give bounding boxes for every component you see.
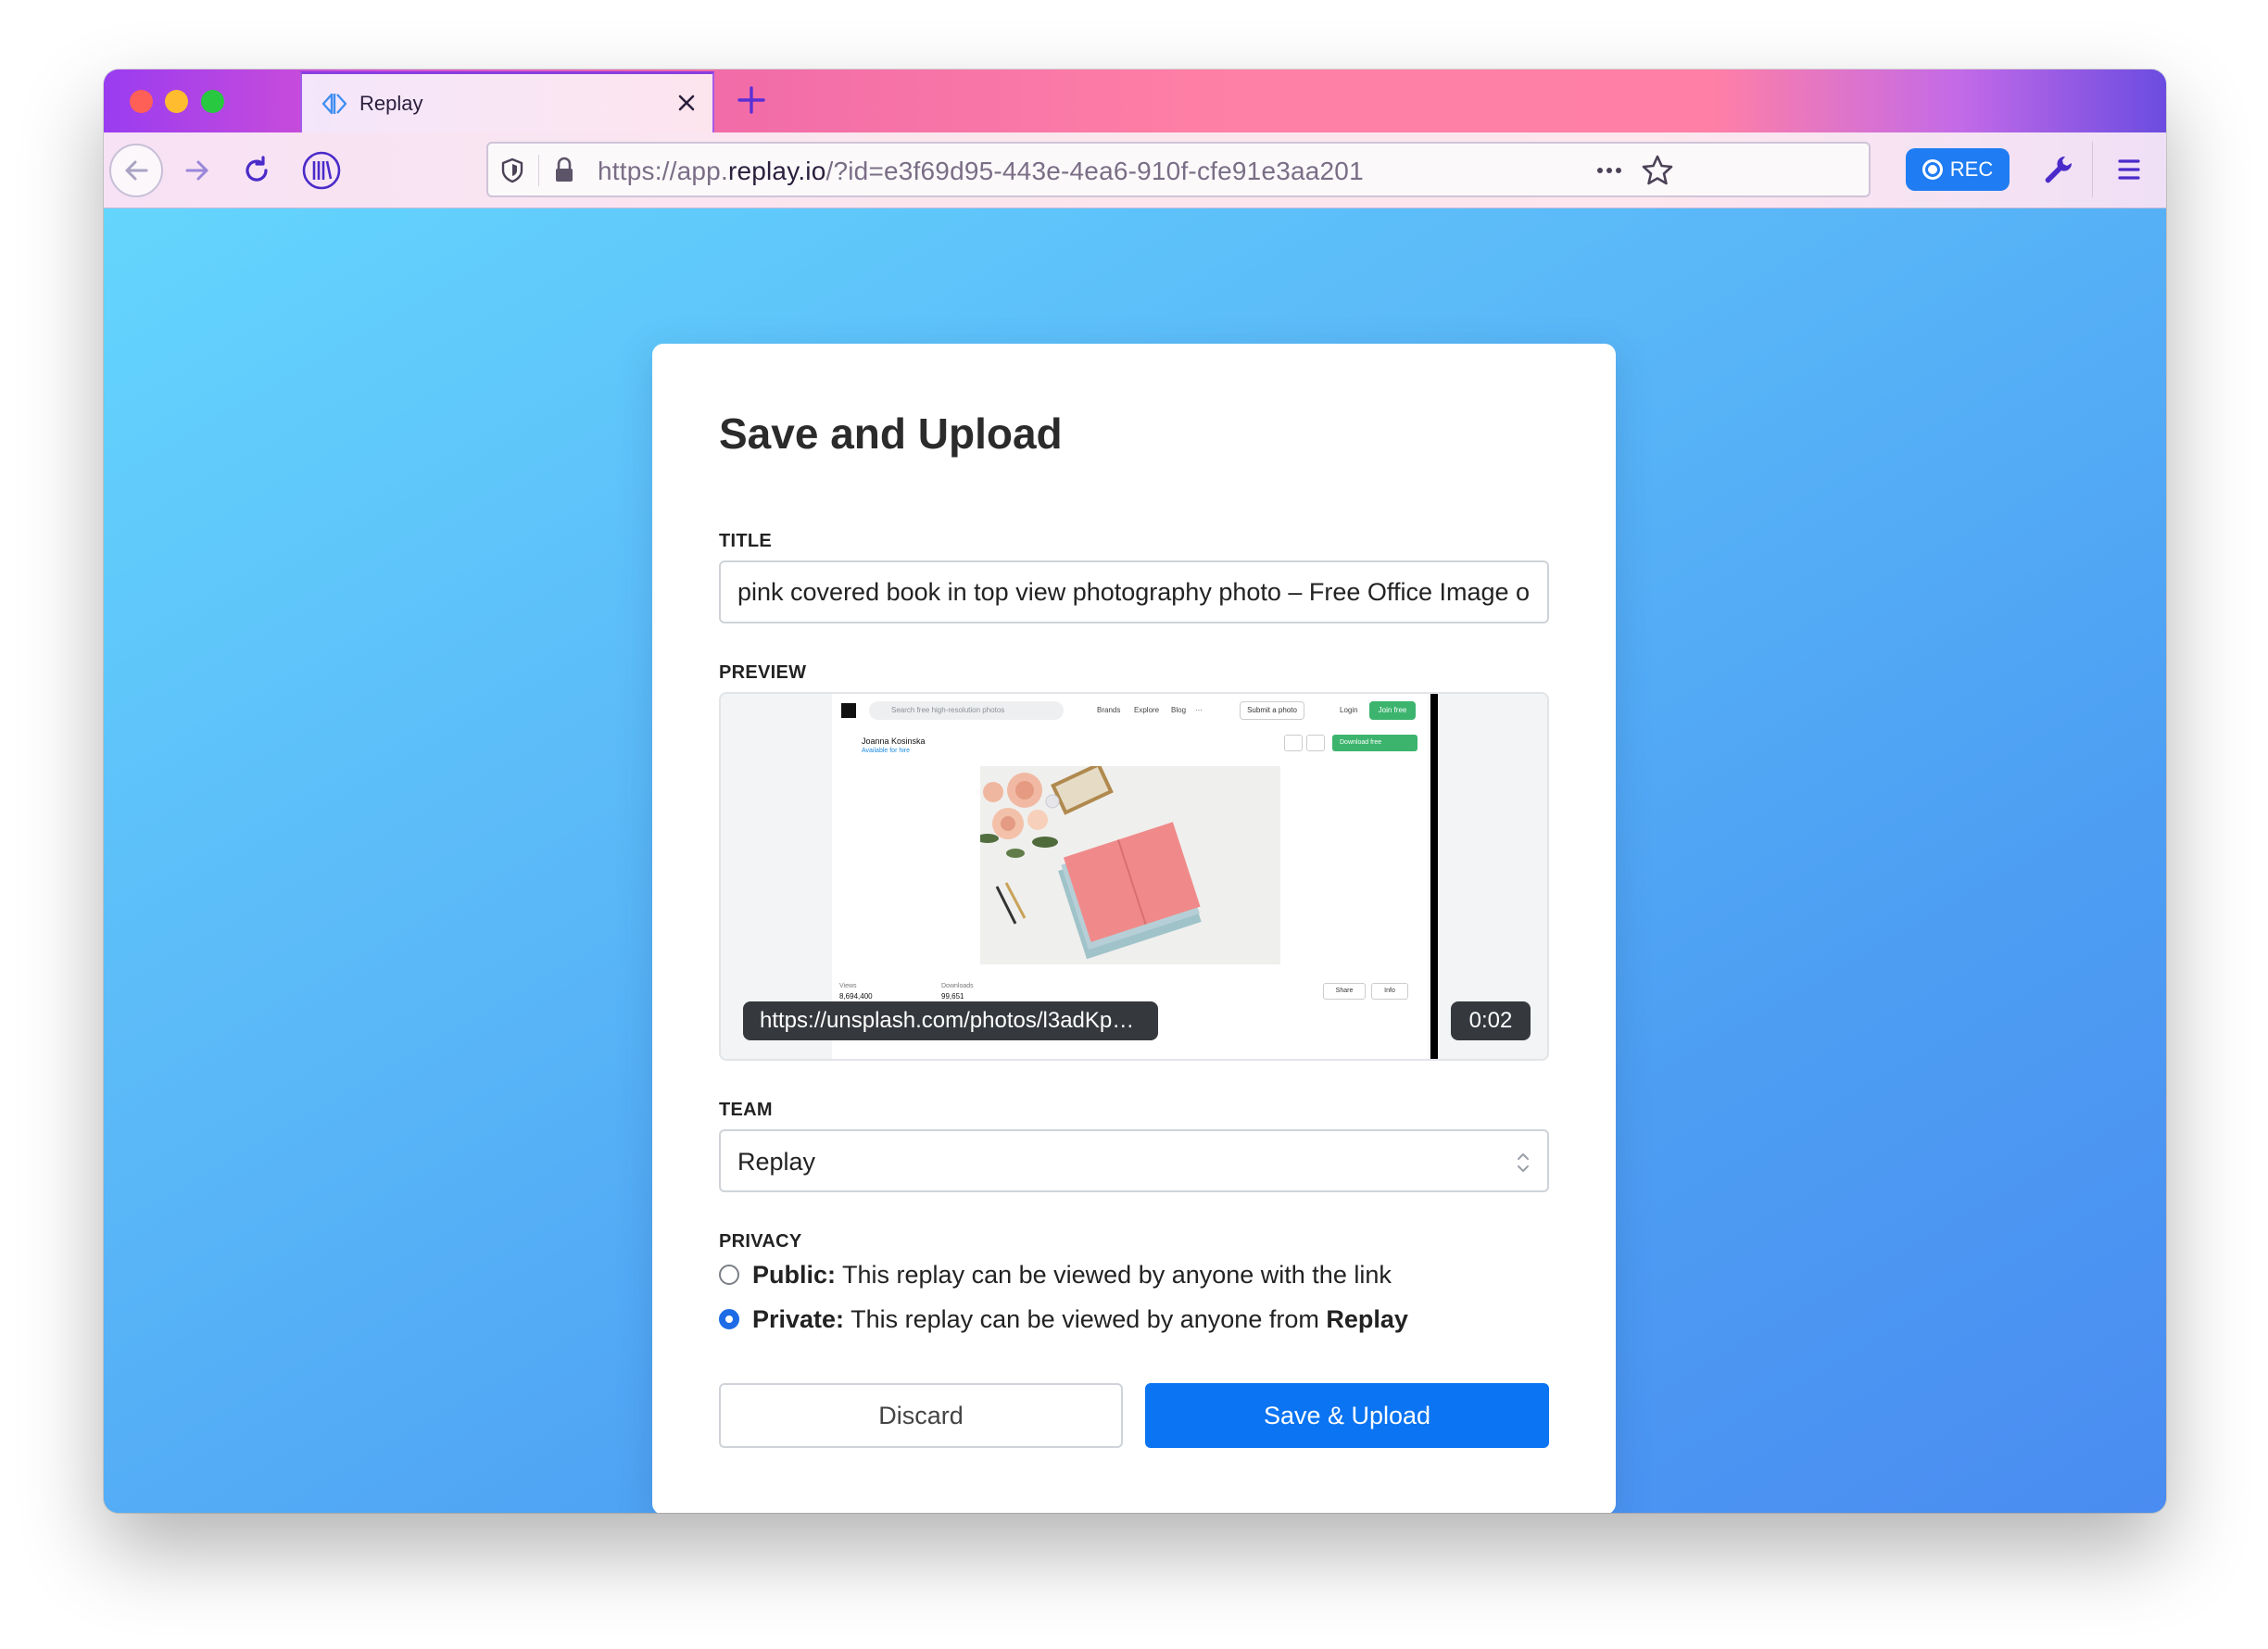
team-select[interactable]: Replay <box>719 1129 1549 1192</box>
minimize-window-button[interactable] <box>165 90 188 113</box>
rec-button[interactable]: REC <box>1906 148 2010 191</box>
tab-title: Replay <box>359 92 423 115</box>
public-radio[interactable] <box>719 1265 739 1285</box>
more-dots-icon[interactable] <box>1589 155 1630 186</box>
thumb-author: Joanna Kosinska <box>862 736 926 746</box>
team-label: TEAM <box>719 1100 773 1120</box>
private-option-text: Private: This replay can be viewed by an… <box>752 1305 1408 1334</box>
thumb-share: Share <box>1323 983 1366 1000</box>
save-upload-dialog: Save and Upload TITLE PREVIEW Search fre… <box>652 344 1616 1513</box>
reload-icon <box>246 156 268 182</box>
maximize-window-button[interactable] <box>201 90 224 113</box>
record-icon <box>1922 159 1943 180</box>
address-bar[interactable]: https://app.replay.io/?id=e3f69d95-443e-… <box>486 142 1871 197</box>
save-upload-button[interactable]: Save & Upload <box>1145 1383 1549 1448</box>
url-text[interactable]: https://app.replay.io/?id=e3f69d95-443e-… <box>598 157 1364 186</box>
unsplash-logo-icon <box>841 703 856 718</box>
url-rest: /?id=e3f69d95-443e-4ea6-910f-cfe91e3aa20… <box>825 157 1364 185</box>
dialog-title: Save and Upload <box>719 409 1063 458</box>
thumb-nav-explore: Explore <box>1134 706 1160 714</box>
navigation-toolbar: https://app.replay.io/?id=e3f69d95-443e-… <box>104 132 2166 208</box>
browser-window: Replay https://app.replay.io/?id=e3f69d9… <box>104 69 2166 1513</box>
thumb-hire: Available for hire <box>862 748 911 754</box>
thumb-download: Download free <box>1332 735 1418 751</box>
library-button[interactable] <box>295 144 348 197</box>
address-separator <box>538 155 539 186</box>
url-host: replay.io <box>727 157 826 185</box>
title-label: TITLE <box>719 531 773 551</box>
select-arrows-icon <box>1518 1153 1529 1172</box>
thumb-nav-blog: Blog <box>1171 706 1187 714</box>
private-option-desc: This replay can be viewed by anyone from <box>844 1304 1327 1333</box>
close-tab-icon[interactable] <box>671 87 702 119</box>
back-button[interactable] <box>109 144 163 197</box>
preview-duration-badge: 0:02 <box>1451 1001 1531 1040</box>
thumb-views-value: 8,694,400 <box>839 992 873 1001</box>
hamburger-menu-icon[interactable] <box>2107 147 2151 192</box>
lock-icon[interactable] <box>551 156 577 185</box>
preview-url-badge: https://unsplash.com/photos/l3adKp… <box>743 1001 1158 1040</box>
tab-replay[interactable]: Replay <box>300 71 714 132</box>
preview-label: PREVIEW <box>719 662 807 683</box>
thumb-heart-icon <box>1284 735 1303 751</box>
thumb-submit: Submit a photo <box>1240 701 1304 720</box>
privacy-option-private[interactable]: Private: This replay can be viewed by an… <box>719 1303 1408 1335</box>
title-input[interactable] <box>719 560 1549 623</box>
url-prefix: https://app. <box>598 157 728 185</box>
thumb-info: Info <box>1371 983 1408 1000</box>
forward-button[interactable] <box>170 144 224 197</box>
public-option-text: Public: This replay can be viewed by any… <box>752 1261 1392 1290</box>
thumb-login: Login <box>1340 706 1358 714</box>
public-option-desc: This replay can be viewed by anyone with… <box>836 1260 1392 1289</box>
thumb-search: Search free high-resolution photos <box>869 701 1064 720</box>
thumb-nav-brands: Brands <box>1097 706 1121 714</box>
replay-logo-icon <box>321 93 347 115</box>
toolbar-divider <box>2092 142 2093 197</box>
star-icon[interactable] <box>1639 153 1676 188</box>
privacy-option-public[interactable]: Public: This replay can be viewed by any… <box>719 1259 1392 1290</box>
thumb-nav-more: ··· <box>1195 706 1203 714</box>
thumb-plus-icon <box>1306 735 1325 751</box>
private-option-team: Replay <box>1326 1304 1408 1333</box>
shield-icon[interactable] <box>499 157 525 184</box>
thumb-join: Join free <box>1369 701 1416 720</box>
thumb-downloads-value: 99,651 <box>941 992 964 1001</box>
library-icon <box>302 151 341 190</box>
thumb-photo <box>980 766 1280 964</box>
forward-arrow-icon <box>185 160 208 181</box>
private-option-title: Private: <box>752 1304 845 1333</box>
discard-button[interactable]: Discard <box>719 1383 1123 1448</box>
reload-button[interactable] <box>230 144 284 197</box>
private-radio[interactable] <box>719 1309 739 1329</box>
thumb-views-label: Views <box>839 983 857 989</box>
preview-divider <box>1430 694 1438 1059</box>
photo-illustration <box>980 766 1280 964</box>
privacy-label: PRIVACY <box>719 1231 802 1252</box>
page-content: Save and Upload TITLE PREVIEW Search fre… <box>104 208 2166 1513</box>
team-select-value: Replay <box>737 1148 816 1176</box>
tab-strip: Replay <box>104 69 2166 132</box>
back-arrow-icon <box>125 160 148 181</box>
close-window-button[interactable] <box>130 90 153 113</box>
rec-label: REC <box>1949 157 1994 181</box>
wrench-icon[interactable] <box>2035 147 2079 192</box>
preview-panel[interactable]: Search free high-resolution photos Brand… <box>719 692 1549 1061</box>
thumb-downloads-label: Downloads <box>941 983 974 989</box>
plus-icon[interactable] <box>732 81 771 120</box>
public-option-title: Public: <box>752 1260 837 1289</box>
